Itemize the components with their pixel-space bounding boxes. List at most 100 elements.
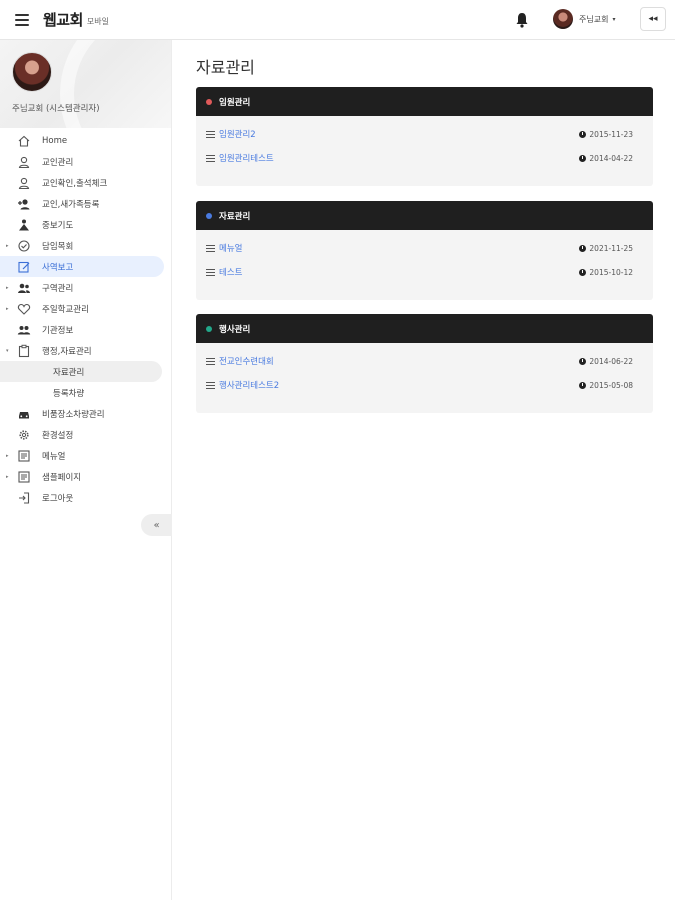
profile-avatar[interactable]: [12, 52, 52, 92]
list-item-date: 2015-11-23: [579, 130, 633, 139]
profile-name: 주님교회 (시스템관리자): [12, 104, 100, 114]
list-item-link[interactable]: 행사관리테스트2: [219, 379, 279, 391]
sidebar-item-label: 메뉴얼: [42, 451, 66, 462]
user-menu[interactable]: 주님교회 ▾: [553, 9, 615, 29]
sidebar-item-label: 담임목회: [42, 241, 74, 252]
edit-note-icon: [18, 261, 30, 273]
check-circle-icon: [18, 239, 30, 252]
bell-icon[interactable]: [515, 12, 529, 28]
list-item-link[interactable]: 임원관리2: [219, 128, 256, 140]
date-text: 2015-11-23: [589, 129, 633, 139]
person-outline-icon: [18, 156, 30, 168]
clock-icon: [579, 268, 587, 276]
sidebar-item-members[interactable]: 교인관리: [0, 151, 171, 172]
sidebar-item-label: 주일학교관리: [42, 304, 89, 315]
expand-arrow-icon: ▸: [6, 473, 9, 480]
list-item: 메뉴얼 2021-11-25: [206, 236, 643, 260]
sidebar-item-sample-page[interactable]: ▸ 샘플페이지: [0, 466, 171, 487]
sidebar-subitem-label: 등록차량: [53, 389, 85, 399]
home-icon: [18, 135, 30, 147]
sidebar-item-ministry-report[interactable]: 사역보고: [0, 256, 164, 277]
list-icon: [206, 154, 215, 162]
sidebar-item-label: 행정,자료관리: [42, 346, 92, 357]
date-text: 2014-06-22: [589, 356, 633, 366]
book-icon: [18, 449, 30, 462]
sidebar-item-admin-data[interactable]: ▾ 행정,자료관리: [0, 340, 171, 361]
people-icon: [17, 325, 31, 334]
sidebar-item-organization[interactable]: 기관정보: [0, 319, 171, 340]
list-icon: [206, 268, 215, 276]
sidebar-item-label: 교인,새가족등록: [42, 199, 100, 210]
sidebar-item-label: Home: [42, 135, 68, 146]
gear-icon: [19, 429, 29, 440]
panel-executive: 임원관리 임원관리2 2015-11-23 임원관리테스트 2014-04-22: [196, 87, 653, 186]
list-icon: [206, 130, 215, 138]
clock-icon: [579, 357, 587, 365]
chevron-down-icon: ▾: [612, 15, 616, 23]
status-dot: [206, 325, 212, 332]
panel-toggle-button[interactable]: ◂◂: [640, 7, 666, 31]
sidebar-item-label: 기관정보: [42, 325, 74, 336]
list-item: 테스트 2015-10-12: [206, 260, 643, 284]
list-item: 전교인수련대회 2014-06-22: [206, 349, 643, 373]
sidebar-item-equipment[interactable]: 비품장소차량관리: [0, 403, 171, 424]
sidebar-item-label: 구역관리: [42, 283, 74, 294]
sidebar-item-manual[interactable]: ▸ 메뉴얼: [0, 445, 171, 466]
list-item-link[interactable]: 전교인수련대회: [219, 355, 274, 367]
app-title[interactable]: 웹교회: [43, 9, 83, 30]
date-text: 2015-10-12: [589, 267, 633, 277]
sidebar-item-label: 샘플페이지: [42, 472, 82, 483]
page-icon: [18, 470, 30, 483]
list-item-date: 2015-10-12: [579, 268, 633, 277]
date-text: 2021-11-25: [589, 243, 633, 253]
sidebar-subitem-data-management[interactable]: 자료관리: [0, 361, 162, 382]
sidebar-item-label: 교인관리: [42, 157, 74, 168]
panel-title: 자료관리: [219, 211, 251, 222]
sidebar-item-attendance[interactable]: 교인확인,출석체크: [0, 172, 171, 193]
sidebar-item-prayer[interactable]: 중보기도: [0, 214, 171, 235]
sidebar-item-home[interactable]: Home: [0, 130, 171, 151]
sidebar-item-label: 교인확인,출석체크: [42, 178, 108, 189]
sidebar-item-district[interactable]: ▸ 구역관리: [0, 277, 171, 298]
list-item-link[interactable]: 메뉴얼: [219, 242, 242, 254]
clock-icon: [579, 130, 587, 138]
clock-icon: [579, 381, 587, 389]
list-item-date: 2015-05-08: [579, 381, 633, 390]
panel-header: 임원관리: [196, 87, 653, 116]
sidebar: 주님교회 (시스템관리자) Home 교인관리 교인확인,출석체크 교인,새가족…: [0, 40, 172, 900]
clock-icon: [579, 244, 587, 252]
sidebar-item-label: 중보기도: [42, 220, 74, 231]
panel-title: 임원관리: [219, 97, 251, 108]
sidebar-item-settings[interactable]: 환경설정: [0, 424, 171, 445]
page-title: 자료관리: [196, 58, 255, 77]
expand-arrow-icon: ▸: [6, 305, 9, 312]
sidebar-subitem-registered-vehicles[interactable]: 등록차량: [0, 382, 171, 403]
sidebar-subitem-label: 자료관리: [53, 368, 85, 378]
clock-icon: [579, 154, 587, 162]
status-dot: [206, 212, 212, 219]
person-add-icon: [18, 198, 30, 209]
list-item: 행사관리테스트2 2015-05-08: [206, 373, 643, 397]
list-icon: [206, 244, 215, 252]
sidebar-item-pastoral[interactable]: ▸ 담임목회: [0, 235, 171, 256]
panel-header: 자료관리: [196, 201, 653, 230]
list-item-link[interactable]: 테스트: [219, 266, 242, 278]
list-icon: [206, 357, 215, 365]
date-text: 2014-04-22: [589, 153, 633, 163]
list-item: 임원관리2 2015-11-23: [206, 122, 643, 146]
sidebar-item-logout[interactable]: 로그아웃: [0, 487, 171, 508]
list-item-link[interactable]: 임원관리테스트: [219, 152, 274, 164]
user-name: 주님교회: [579, 14, 609, 24]
profile-card: 주님교회 (시스템관리자): [0, 40, 171, 128]
expand-arrow-icon: ▸: [6, 242, 9, 249]
top-bar: 웹교회 모바일 주님교회 ▾ ◂◂: [0, 0, 675, 40]
sidebar-item-registration[interactable]: 교인,새가족등록: [0, 193, 171, 214]
sidebar-collapse-button[interactable]: «: [141, 514, 172, 536]
hamburger-menu-icon[interactable]: [15, 13, 29, 26]
panel-header: 행사관리: [196, 314, 653, 343]
sidebar-item-sunday-school[interactable]: ▸ 주일학교관리: [0, 298, 171, 319]
expand-arrow-icon: ▸: [6, 284, 9, 291]
heart-icon: [17, 303, 31, 315]
sidebar-nav: Home 교인관리 교인확인,출석체크 교인,새가족등록 중보기도 ▸ 담임목회: [0, 130, 171, 508]
person-check-icon: [18, 177, 30, 189]
